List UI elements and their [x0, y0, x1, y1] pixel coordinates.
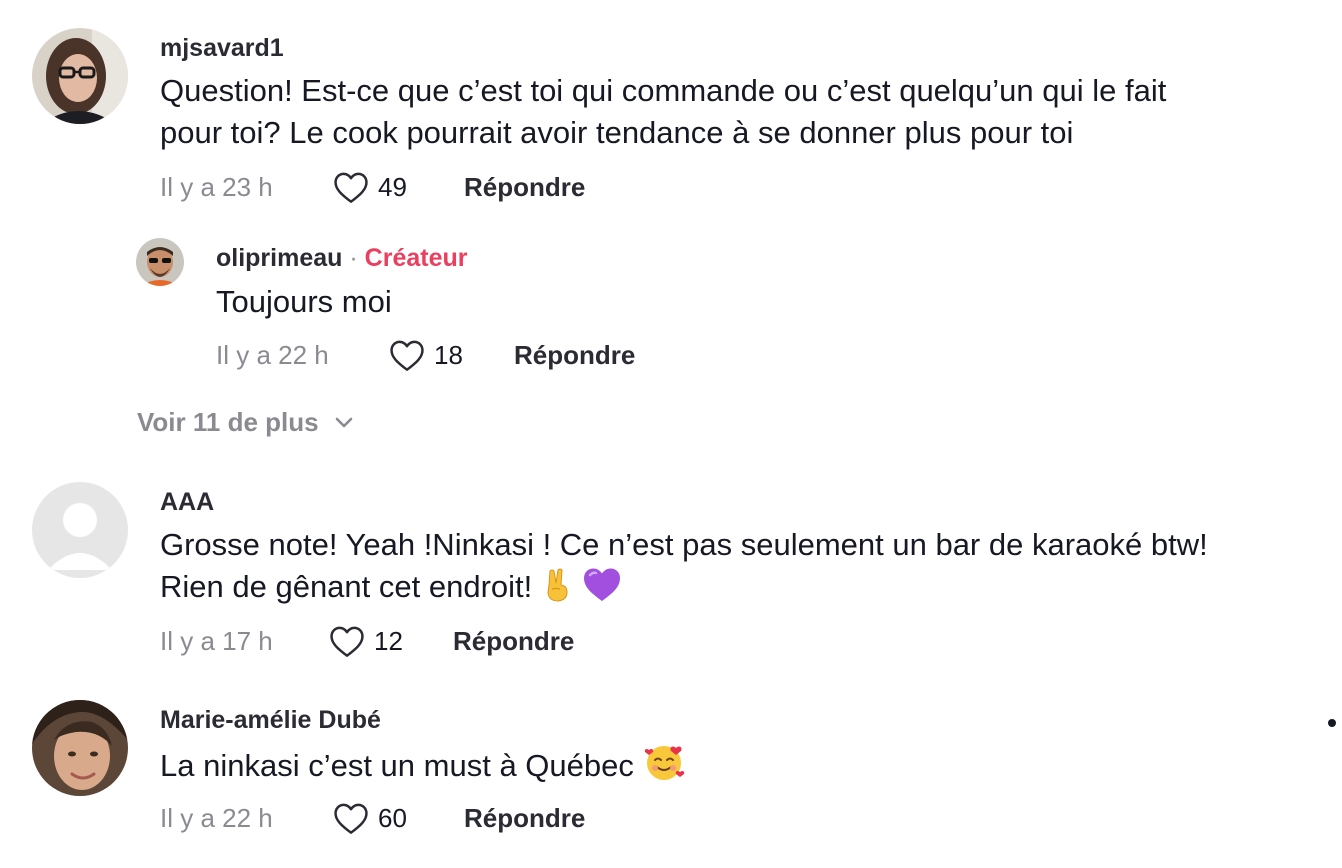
comment-meta: Il y a 17 h 12 Répondre: [160, 621, 574, 661]
reply-text: Toujours moi: [216, 284, 392, 319]
comment-username[interactable]: AAA: [160, 488, 214, 517]
purple-heart-icon: [582, 567, 622, 614]
reply-button[interactable]: Répondre: [464, 803, 585, 834]
comment-meta: Il y a 22 h 60 Répondre: [160, 798, 585, 838]
like-button[interactable]: 60: [332, 801, 464, 835]
comment-username[interactable]: mjsavard1: [160, 34, 284, 63]
reply-button[interactable]: Répondre: [453, 626, 574, 657]
victory-hand-icon: [541, 567, 573, 614]
comment-meta: Il y a 23 h 49 Répondre: [160, 167, 585, 207]
reply-time: Il y a 22 h: [216, 339, 329, 370]
comment-text-line-2: pour toi? Le cook pourrait avoir tendanc…: [160, 115, 1074, 150]
comment-time: Il y a 23 h: [160, 171, 273, 202]
reply-meta: Il y a 22 h 18 Répondre: [216, 335, 635, 375]
like-button[interactable]: 12: [328, 624, 453, 658]
view-more-label: Voir 11 de plus: [137, 407, 319, 437]
comment-time: Il y a 22 h: [160, 802, 273, 833]
reply-button[interactable]: Répondre: [514, 340, 635, 371]
avatar[interactable]: [32, 482, 128, 578]
smiling-face-with-hearts-icon: [643, 742, 685, 793]
separator-dot: ·: [349, 244, 358, 272]
reply-button[interactable]: Répondre: [464, 172, 585, 203]
comment-text-line-1: La ninkasi c’est un must à Québec: [160, 742, 685, 793]
heart-outline-icon: [390, 340, 424, 371]
reply-username: oliprimeau · Créateur: [216, 244, 467, 273]
creator-badge: Créateur: [364, 244, 468, 272]
comment-text-line-1: Question! Est-ce que c’est toi qui comma…: [160, 73, 1167, 108]
like-count: 18: [434, 339, 463, 370]
heart-outline-icon: [334, 172, 368, 203]
like-count: 12: [374, 625, 403, 656]
reply-username-text[interactable]: oliprimeau: [216, 244, 342, 272]
comment-text-line-1: Grosse note! Yeah !Ninkasi ! Ce n’est pa…: [160, 527, 1208, 562]
avatar[interactable]: [32, 28, 128, 124]
heart-outline-icon: [330, 626, 364, 657]
like-button[interactable]: 49: [332, 170, 464, 204]
like-count: 49: [378, 171, 407, 202]
comment-text-line-2: Rien de gênant cet endroit!: [160, 566, 622, 614]
comment-time: Il y a 17 h: [160, 625, 273, 656]
view-more-replies-button[interactable]: Voir 11 de plus: [137, 407, 355, 438]
avatar[interactable]: [136, 238, 184, 286]
comment-username[interactable]: Marie-amélie Dubé: [160, 706, 381, 735]
comment-text-line-1-text: La ninkasi c’est un must à Québec: [160, 748, 634, 783]
comment-text-line-2-text: Rien de gênant cet endroit!: [160, 569, 533, 604]
heart-outline-icon: [334, 803, 368, 834]
like-count: 60: [378, 802, 407, 833]
avatar[interactable]: [32, 700, 128, 796]
chevron-down-icon: [335, 417, 352, 427]
like-button[interactable]: 18: [388, 338, 514, 372]
scroll-indicator-dot: [1328, 719, 1336, 727]
